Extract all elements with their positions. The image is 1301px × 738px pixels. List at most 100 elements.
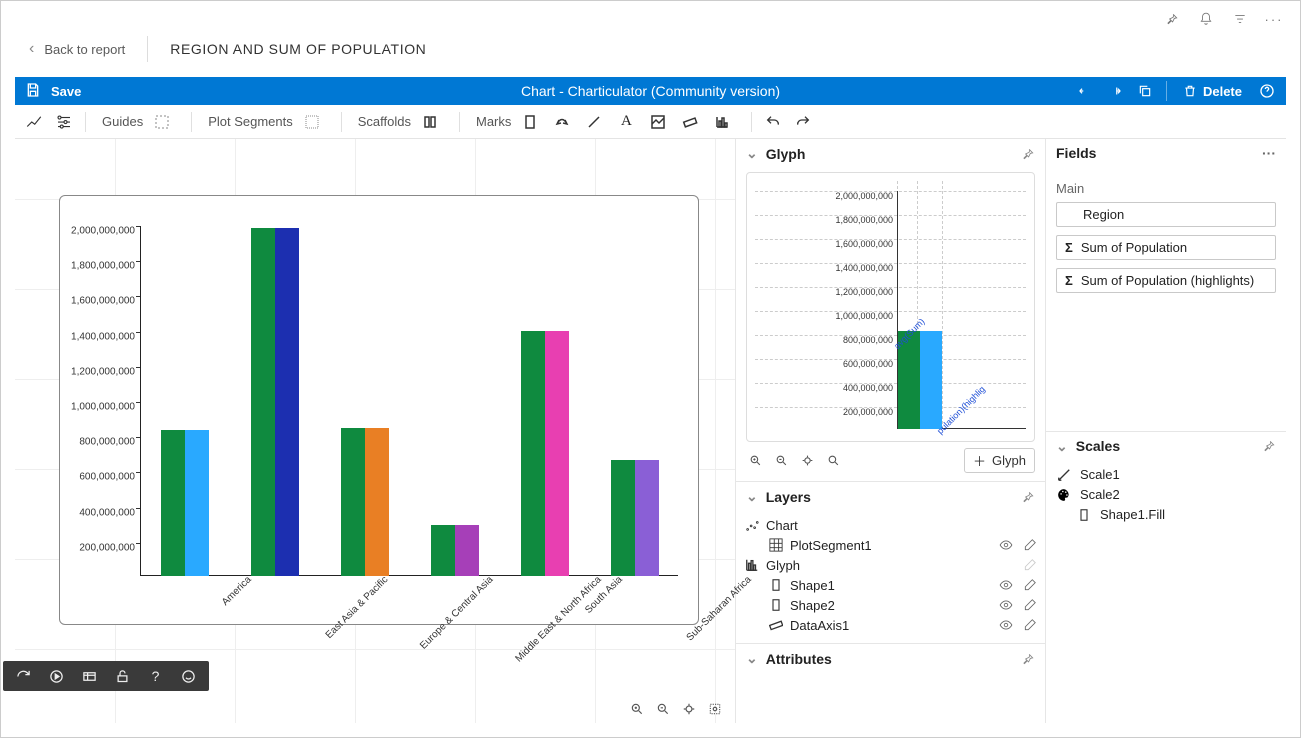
back-to-report-button[interactable]: ‹ Back to report	[29, 40, 125, 58]
delete-button[interactable]: Delete	[1175, 84, 1250, 99]
guides-dropdown-icon[interactable]	[149, 109, 175, 135]
pin-icon[interactable]	[1021, 490, 1035, 504]
bar-shape1[interactable]	[251, 228, 275, 576]
glyph-bar-shape2[interactable]	[920, 331, 942, 429]
unlock-icon[interactable]	[114, 667, 131, 685]
chevron-down-icon[interactable]: ⌄	[746, 488, 758, 505]
chart-card[interactable]: 200,000,000400,000,000600,000,000800,000…	[59, 195, 699, 625]
guides-group: Guides	[94, 109, 183, 135]
bar-shape1[interactable]	[521, 331, 545, 576]
more-icon[interactable]: ···	[1262, 145, 1276, 161]
mark-symbol-icon[interactable]	[549, 109, 575, 135]
canvas-fit-icon[interactable]	[679, 699, 699, 719]
help-icon[interactable]	[1254, 78, 1280, 104]
eye-icon[interactable]	[999, 578, 1013, 592]
mark-rect-icon[interactable]	[517, 109, 543, 135]
plotsegment-icon	[768, 537, 784, 553]
scale-scale1[interactable]: Scale1	[1056, 465, 1276, 485]
delete-label: Delete	[1203, 84, 1242, 99]
bar-shape2[interactable]	[455, 525, 479, 576]
bar-shape2[interactable]	[635, 460, 659, 576]
scaffolds-icon[interactable]	[417, 109, 443, 135]
layer-dataaxis1[interactable]: DataAxis1	[742, 615, 1039, 635]
bell-icon[interactable]	[1198, 11, 1214, 27]
more-icon[interactable]: ···	[1266, 11, 1282, 27]
smile-icon[interactable]	[180, 667, 197, 685]
help-icon[interactable]: ?	[147, 667, 164, 685]
scale-linear-icon	[1056, 467, 1072, 483]
save-label: Save	[51, 84, 81, 99]
layer-shape2[interactable]: Shape2	[742, 595, 1039, 615]
add-glyph-button[interactable]: ＋ Glyph	[964, 448, 1035, 473]
ribbon-toolbar: Guides Plot Segments Scaffolds Marks A	[15, 105, 1286, 139]
eraser-icon[interactable]	[1023, 618, 1037, 632]
chevron-down-icon[interactable]: ⌄	[1056, 438, 1068, 455]
bar-shape1[interactable]	[341, 428, 365, 576]
scale-scale2[interactable]: Scale2	[1056, 485, 1276, 505]
tool-settings-icon[interactable]	[51, 109, 77, 135]
arrow-left-right-icon[interactable]	[1072, 78, 1098, 104]
pin-icon[interactable]	[1021, 147, 1035, 161]
redo-button[interactable]	[790, 109, 816, 135]
eye-icon[interactable]	[999, 538, 1013, 552]
copy-icon[interactable]	[1132, 78, 1158, 104]
glyph-zoom-out-icon[interactable]	[772, 452, 790, 470]
eraser-icon[interactable]	[1023, 538, 1037, 552]
bar-shape2[interactable]	[185, 430, 209, 576]
undo-button[interactable]	[760, 109, 786, 135]
bar-shape1[interactable]	[611, 460, 635, 576]
play-icon[interactable]	[48, 667, 65, 685]
y-tick-label: 800,000,000	[60, 437, 135, 448]
save-button[interactable]: Save	[15, 77, 91, 105]
chevron-down-icon[interactable]: ⌄	[746, 145, 758, 162]
field-pill-sum-population-highlights[interactable]: Σ Sum of Population (highlights)	[1056, 268, 1276, 293]
bar-shape2[interactable]	[365, 428, 389, 576]
canvas-zoom-selection-icon[interactable]	[705, 699, 725, 719]
canvas-area[interactable]: 200,000,000400,000,000600,000,000800,000…	[15, 139, 736, 723]
layer-glyph[interactable]: Glyph	[742, 555, 1039, 575]
glyph-zoom-selection-icon[interactable]	[824, 452, 842, 470]
eye-icon[interactable]	[999, 618, 1013, 632]
field-pill-sum-population[interactable]: Σ Sum of Population	[1056, 235, 1276, 260]
mark-text-icon[interactable]: A	[613, 109, 639, 135]
mark-line-icon[interactable]	[581, 109, 607, 135]
glyph-fit-icon[interactable]	[798, 452, 816, 470]
canvas-zoom-in-icon[interactable]	[627, 699, 647, 719]
glyph-y-tick-label: 1,600,000,000	[747, 239, 893, 249]
filter-icon[interactable]	[1232, 11, 1248, 27]
y-tick-label: 1,800,000,000	[60, 261, 135, 272]
mark-icon-icon[interactable]	[645, 109, 671, 135]
bar-shape1[interactable]	[161, 430, 185, 576]
mark-ruler-icon[interactable]	[677, 109, 703, 135]
y-tick-label: 200,000,000	[60, 542, 135, 553]
reload-icon[interactable]	[15, 667, 32, 685]
page-title: REGION AND SUM OF POPULATION	[170, 41, 426, 57]
mark-dataaxis-icon[interactable]	[709, 109, 735, 135]
data-grid-icon[interactable]	[81, 667, 98, 685]
glyph-zoom-in-icon[interactable]	[746, 452, 764, 470]
plot-segments-icon[interactable]	[299, 109, 325, 135]
eraser-icon[interactable]	[1023, 558, 1037, 572]
field-pill-region[interactable]: Region	[1056, 202, 1276, 227]
layer-shape1[interactable]: Shape1	[742, 575, 1039, 595]
scale-shape1-fill[interactable]: Shape1.Fill	[1056, 505, 1276, 525]
arrow-right-icon[interactable]	[1102, 78, 1128, 104]
eye-icon[interactable]	[999, 598, 1013, 612]
bar-shape2[interactable]	[545, 331, 569, 576]
layer-plotsegment1[interactable]: PlotSegment1	[742, 535, 1039, 555]
bar-shape2[interactable]	[275, 228, 299, 576]
save-icon	[25, 82, 43, 100]
plus-icon: ＋	[973, 451, 986, 470]
eraser-icon[interactable]	[1023, 578, 1037, 592]
pin-icon[interactable]	[1262, 439, 1276, 453]
pin-icon[interactable]	[1164, 11, 1180, 27]
tool-line-icon[interactable]	[21, 109, 47, 135]
chevron-down-icon[interactable]: ⌄	[746, 650, 758, 667]
canvas-zoom-out-icon[interactable]	[653, 699, 673, 719]
glyph-editor[interactable]: 2,000,000,0001,800,000,0001,600,000,0001…	[746, 172, 1035, 442]
layer-chart[interactable]: Chart	[742, 515, 1039, 535]
pin-icon[interactable]	[1021, 652, 1035, 666]
bar-shape1[interactable]	[431, 525, 455, 576]
header-separator	[147, 36, 148, 62]
eraser-icon[interactable]	[1023, 598, 1037, 612]
